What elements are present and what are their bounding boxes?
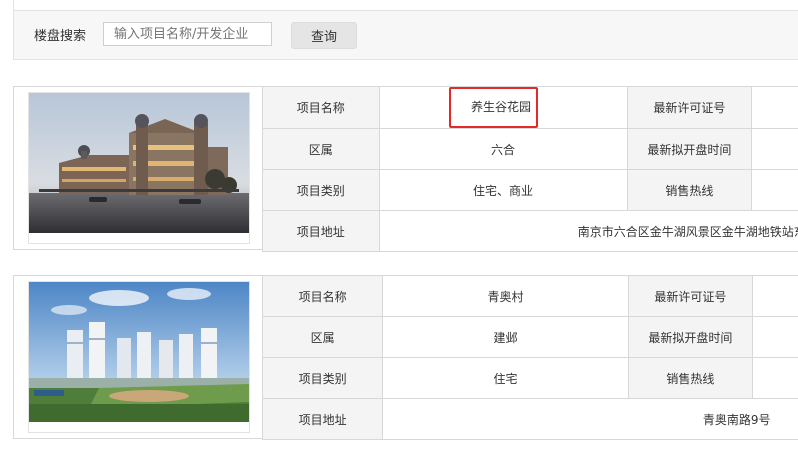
project-thumbnail[interactable] <box>28 92 250 244</box>
search-panel-top-edge <box>13 0 798 10</box>
permit-value <box>751 86 798 129</box>
hotline-value <box>751 169 798 211</box>
open-time-label: 最新拟开盘时间 <box>627 316 754 358</box>
open-time-value <box>752 316 798 358</box>
address-label: 项目地址 <box>262 210 380 252</box>
project-info-table: 项目名称 养生谷花园 最新许可证号 区属 六合 最新拟开盘时间 项目类别 住宅、… <box>262 86 798 252</box>
project-name[interactable]: 养生谷花园 <box>378 86 628 129</box>
name-label: 项目名称 <box>262 86 380 129</box>
address-text: 南京市六合区金牛湖风景区金牛湖地铁站东 <box>577 224 798 239</box>
permit-label: 最新许可证号 <box>627 275 754 317</box>
open-time-label: 最新拟开盘时间 <box>626 128 753 170</box>
address-text: 青奥南路9号 <box>702 412 771 427</box>
permit-value <box>752 275 798 317</box>
type-label: 项目类别 <box>261 357 384 399</box>
permit-label: 最新许可证号 <box>626 86 753 129</box>
address-label: 项目地址 <box>261 398 384 440</box>
project-thumbnail[interactable] <box>28 281 250 433</box>
building-photo <box>29 282 249 432</box>
address-value: 南京市六合区金牛湖风景区金牛湖地铁站东 <box>378 210 798 252</box>
search-panel: 楼盘搜索 查询 <box>13 10 798 60</box>
search-button[interactable]: 查询 <box>291 22 357 49</box>
type-value: 住宅 <box>382 357 629 399</box>
open-time-value <box>751 128 798 170</box>
district-value: 建邺 <box>382 316 629 358</box>
district-label: 区属 <box>262 128 380 170</box>
search-label: 楼盘搜索 <box>34 29 87 44</box>
project-info-table: 项目名称 青奥村 最新许可证号 区属 建邺 最新拟开盘时间 项目类别 住宅 销售… <box>261 275 798 440</box>
type-value: 住宅、商业 <box>378 169 628 211</box>
hotline-label: 销售热线 <box>627 357 754 399</box>
address-value: 青奥南路9号 <box>382 398 798 440</box>
project-card: 项目名称 青奥村 最新许可证号 区属 建邺 最新拟开盘时间 项目类别 住宅 销售… <box>13 275 798 440</box>
district-label: 区属 <box>261 316 384 358</box>
building-photo <box>29 93 249 243</box>
name-label: 项目名称 <box>261 275 384 317</box>
type-label: 项目类别 <box>262 169 380 211</box>
highlighted-project-name[interactable]: 养生谷花园 <box>449 87 539 128</box>
district-value: 六合 <box>378 128 628 170</box>
project-card: 项目名称 养生谷花园 最新许可证号 区属 六合 最新拟开盘时间 项目类别 住宅、… <box>13 86 798 252</box>
hotline-value <box>752 357 798 399</box>
project-name[interactable]: 青奥村 <box>382 275 629 317</box>
hotline-label: 销售热线 <box>626 169 753 211</box>
search-input[interactable] <box>103 22 272 46</box>
